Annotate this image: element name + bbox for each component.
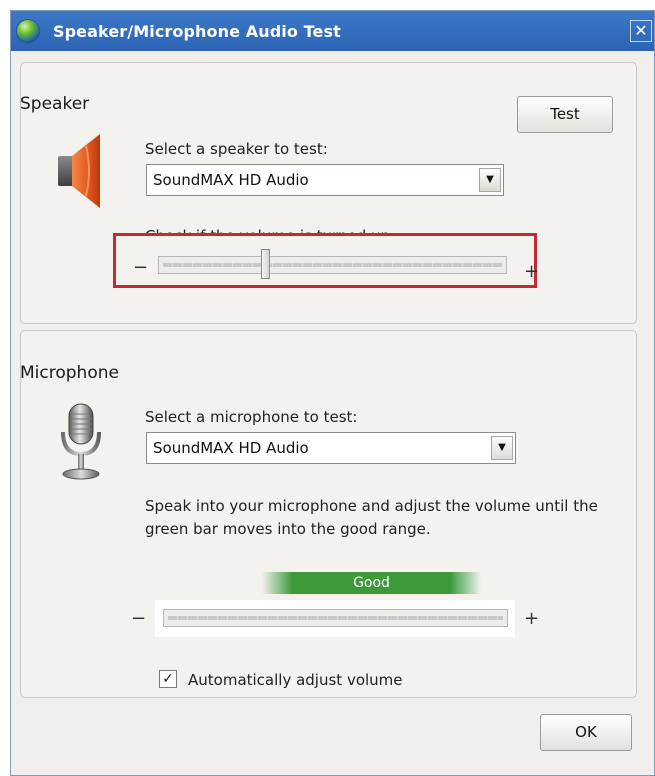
speaker-volume-slider[interactable] bbox=[158, 256, 507, 274]
microphone-select-value: SoundMAX HD Audio bbox=[153, 439, 309, 457]
microphone-select[interactable]: SoundMAX HD Audio ▼ bbox=[146, 432, 516, 464]
speaker-volume-plus: + bbox=[524, 261, 540, 282]
microphone-volume-slider[interactable] bbox=[163, 609, 508, 627]
speaker-group-title: Speaker bbox=[20, 94, 90, 114]
microphone-instructions: Speak into your microphone and adjust th… bbox=[145, 497, 598, 538]
microphone-volume-minus: − bbox=[131, 608, 147, 629]
speaker-select-value: SoundMAX HD Audio bbox=[153, 171, 309, 189]
speaker-icon bbox=[58, 134, 100, 208]
chevron-down-icon[interactable]: ▼ bbox=[479, 168, 501, 192]
auto-adjust-checkbox[interactable]: ✓ bbox=[159, 670, 177, 688]
globe-icon bbox=[17, 20, 39, 42]
close-button[interactable]: ✕ bbox=[630, 20, 652, 42]
microphone-group-title: Microphone bbox=[20, 363, 119, 383]
title-bar[interactable]: Speaker/Microphone Audio Test ✕ bbox=[11, 11, 654, 51]
speaker-volume-thumb[interactable] bbox=[261, 249, 270, 279]
speaker-volume-minus: − bbox=[133, 257, 149, 278]
test-button[interactable]: Test bbox=[517, 96, 613, 133]
good-range-indicator: Good bbox=[262, 572, 481, 594]
speaker-select-label: Select a speaker to test: bbox=[145, 140, 328, 158]
microphone-select-label: Select a microphone to test: bbox=[145, 408, 358, 426]
ok-button[interactable]: OK bbox=[540, 714, 632, 751]
microphone-icon bbox=[61, 403, 101, 480]
chevron-down-icon[interactable]: ▼ bbox=[491, 436, 513, 460]
window-title: Speaker/Microphone Audio Test bbox=[53, 22, 341, 41]
speaker-select[interactable]: SoundMAX HD Audio ▼ bbox=[146, 164, 504, 196]
auto-adjust-label[interactable]: Automatically adjust volume bbox=[188, 671, 403, 689]
microphone-volume-plus: + bbox=[524, 608, 540, 629]
